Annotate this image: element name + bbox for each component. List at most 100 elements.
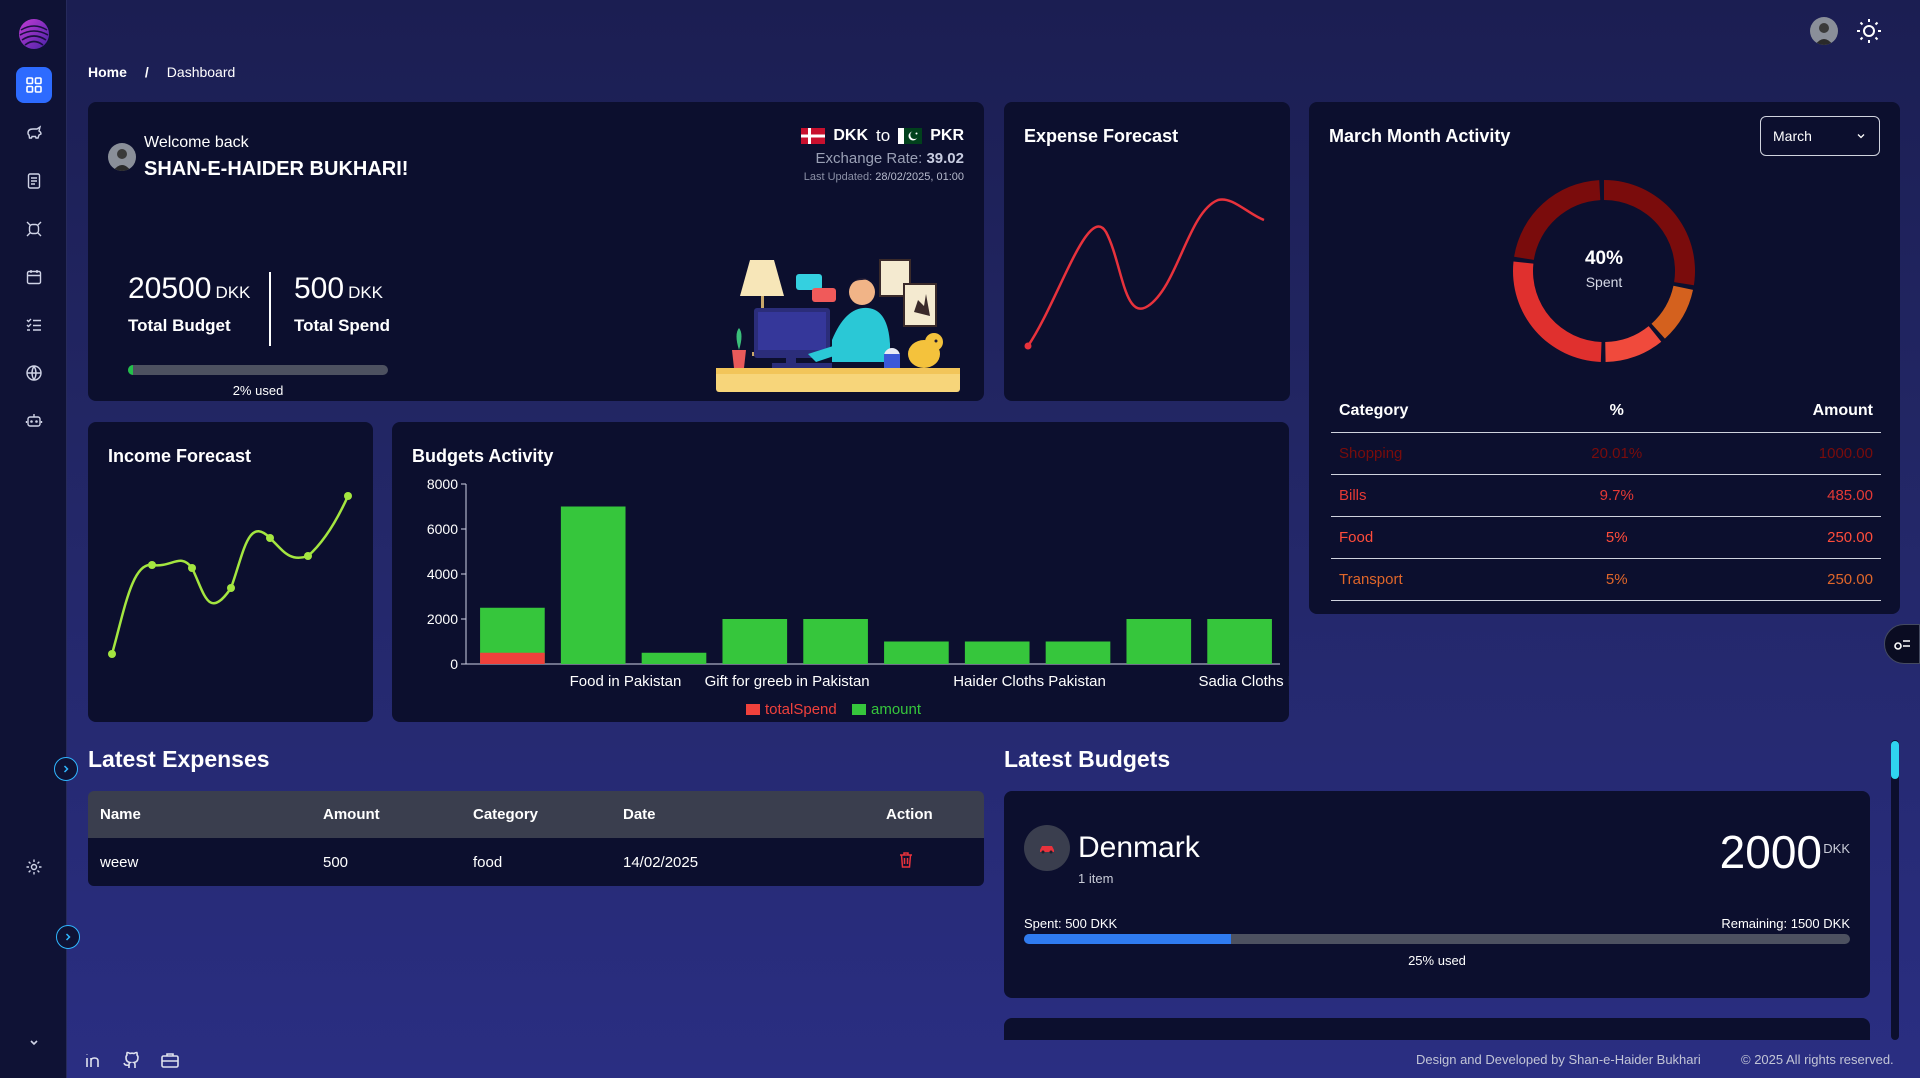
bar-amount [803, 619, 868, 664]
last-updated-value: 28/02/2025, 01:00 [875, 171, 964, 183]
table-row: Shopping 20.01% 1000.00 [1331, 432, 1881, 475]
latest-expenses-title: Latest Expenses [88, 746, 270, 772]
last-updated: Last Updated: 28/02/2025, 01:00 [801, 171, 964, 183]
footer-social-links [84, 1050, 180, 1070]
month-select[interactable]: March [1760, 116, 1880, 156]
x-tick-label: Food in Pakistan [570, 673, 682, 690]
to-word: to [876, 126, 891, 145]
panel-toggle-button[interactable] [56, 925, 80, 949]
total-budget-label: Total Budget [128, 316, 231, 335]
expense-category: food [461, 838, 611, 886]
bar-amount [641, 652, 707, 664]
table-row: Food 5% 250.00 [1331, 516, 1881, 559]
from-currency: DKK [833, 127, 869, 144]
row-category: Bills [1331, 474, 1537, 517]
expense-forecast-card: Expense Forecast [1004, 102, 1290, 401]
breadcrumb-home[interactable]: Home [88, 64, 127, 80]
budget-remaining: Remaining: 1500 DKK [1721, 916, 1850, 931]
y-tick-label: 8000 [427, 476, 458, 492]
bot-icon [25, 414, 43, 427]
sidebar-item-assistant[interactable] [16, 403, 52, 439]
breadcrumb: Home / Dashboard [88, 64, 235, 80]
row-category: Shopping [1331, 432, 1537, 475]
row-amount: 485.00 [1697, 474, 1881, 517]
row-amount: 250.00 [1697, 516, 1881, 559]
budget-card[interactable]: Denmark 1 item 2000 DKK Spent: 500 DKK R… [1004, 791, 1870, 998]
sidebar [0, 0, 67, 1078]
income-forecast-line [110, 495, 350, 655]
calendar-icon [26, 270, 42, 285]
x-tick-label: Gift for greeb in Pakistan [705, 673, 870, 690]
budget-spent: Spent: 500 DKK [1024, 916, 1118, 931]
linkedin-icon[interactable] [84, 1050, 104, 1070]
chevron-right-icon [65, 933, 71, 941]
sun-theme-icon[interactable] [1855, 17, 1883, 45]
user-avatar[interactable] [1810, 17, 1838, 45]
dashboard-grid-icon [26, 77, 42, 93]
bar-amount [560, 506, 626, 664]
customize-floating-button[interactable] [1884, 624, 1920, 664]
document-icon [27, 173, 41, 189]
march-activity-card: March Month Activity March 40% Spent Cat… [1309, 102, 1900, 614]
briefcase-icon[interactable] [160, 1050, 180, 1070]
total-budget-value: 20500 [128, 272, 212, 305]
column-header-percent: % [1536, 390, 1698, 433]
column-header-amount: Amount [311, 791, 461, 838]
income-forecast-title: Income Forecast [108, 446, 252, 466]
sidebar-item-currency[interactable] [16, 355, 52, 391]
expense-action [874, 838, 984, 886]
stat-divider [269, 272, 271, 346]
legend-swatch [746, 704, 760, 715]
donut-segment-transport [1651, 285, 1694, 339]
budget-usage-bar [128, 365, 388, 375]
y-tick-label: 2000 [427, 611, 458, 627]
budgets-scrollbar-track[interactable] [1891, 740, 1899, 1040]
total-spend-stat: 500 DKK Total Spend [294, 272, 390, 336]
sidebar-item-settings[interactable] [16, 849, 52, 885]
month-select-value: March [1773, 128, 1812, 144]
expense-forecast-line [1026, 198, 1265, 347]
march-activity-title: March Month Activity [1329, 126, 1511, 146]
budget-usage-fill [128, 365, 134, 375]
github-icon[interactable] [122, 1050, 142, 1070]
donut-segment-food [1605, 326, 1662, 362]
toggle-settings-icon [1894, 640, 1910, 650]
sidebar-item-calendar[interactable] [16, 259, 52, 295]
spent-donut-chart [1513, 180, 1695, 362]
budget-usage-label: 2% used [232, 383, 284, 398]
sidebar-item-reports[interactable] [16, 163, 52, 199]
budgets-scrollbar-thumb[interactable] [1891, 741, 1899, 779]
sidebar-item-tasks[interactable] [16, 307, 52, 343]
app-logo-icon[interactable] [18, 18, 50, 50]
total-spend-unit: DKK [348, 283, 384, 302]
budget-card-next[interactable] [1004, 1018, 1870, 1040]
table-row: weew 500 food 14/02/2025 [88, 838, 984, 886]
budgets-bar-chart: 0 2000 4000 6000 8000 Food in Pakistan Gift fo… [427, 476, 1289, 718]
globe-icon [26, 365, 42, 381]
column-header-action: Action [874, 791, 984, 838]
donut-percent: 40% [1584, 248, 1624, 269]
column-header-amount: Amount [1697, 390, 1881, 433]
table-row: Transport 5% 250.00 [1331, 558, 1881, 601]
piggy-bank-icon [27, 125, 42, 139]
y-tick-label: 6000 [427, 521, 458, 537]
column-header-name: Name [88, 791, 311, 838]
pakistan-flag-icon [898, 128, 923, 144]
trash-icon[interactable] [898, 851, 914, 869]
sidebar-item-issues[interactable] [16, 211, 52, 247]
sidebar-item-dashboard[interactable] [16, 67, 52, 103]
chevron-down-icon[interactable] [26, 1034, 42, 1050]
bar-amount [964, 641, 1030, 664]
budget-progress-bar [1024, 934, 1850, 944]
row-amount: 250.00 [1697, 558, 1881, 601]
car-icon [1040, 846, 1054, 854]
last-updated-label: Last Updated: [803, 171, 873, 183]
category-activity-table: Category % Amount Shopping 20.01% 1000.00 B… [1331, 390, 1881, 601]
sidebar-expand-button[interactable] [54, 757, 78, 781]
expense-forecast-title: Expense Forecast [1024, 126, 1179, 146]
bar-total-spend [480, 652, 545, 664]
x-tick-label: Sadia Cloths Pakistan [1199, 673, 1289, 690]
row-percent: 20.01% [1536, 432, 1698, 475]
breadcrumb-separator: / [144, 64, 149, 80]
sidebar-item-budgets[interactable] [16, 115, 52, 151]
